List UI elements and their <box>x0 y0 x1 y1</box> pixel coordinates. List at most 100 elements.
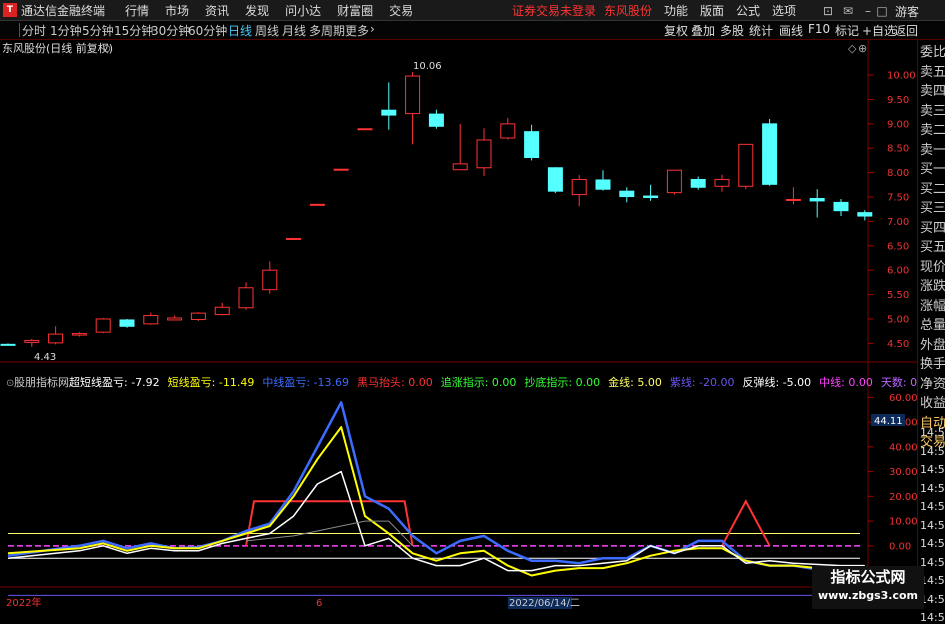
right-panel-item[interactable]: 卖四 <box>920 80 945 99</box>
tool-adjust[interactable]: 复权 <box>664 22 688 39</box>
menu-formula[interactable]: 公式 <box>736 2 760 19</box>
tool-draw[interactable]: 画线 <box>779 22 803 39</box>
menu-ask[interactable]: 问小达 <box>285 2 321 19</box>
period-more[interactable]: 更多 <box>345 22 369 39</box>
right-panel-item[interactable]: 卖一 <box>920 139 945 158</box>
legend-item: 中线盈亏: -13.69 <box>262 375 349 389</box>
price-tick-label: 7.50 <box>887 193 909 204</box>
menu-function[interactable]: 功能 <box>664 2 688 19</box>
menu-news[interactable]: 资讯 <box>205 2 229 19</box>
legend-item: 追涨指示: 0.00 <box>441 375 517 389</box>
period-weekly[interactable]: 周线 <box>255 22 279 39</box>
menu-quotes[interactable]: 行情 <box>125 2 149 19</box>
candle-body <box>690 178 706 188</box>
candle-body <box>309 203 325 206</box>
right-panel-item[interactable]: 委比 <box>920 41 945 60</box>
chevron-down-icon[interactable]: ⊙ <box>102 42 111 55</box>
legend-item: 紫线: -20.00 <box>670 375 735 389</box>
right-panel-item[interactable]: 涨跌 <box>920 275 945 294</box>
indicator-tick-label: 60.00 <box>889 393 917 404</box>
app-logo-icon: T <box>3 3 17 17</box>
period-1min[interactable]: 1分钟 <box>50 22 82 39</box>
candle-body <box>214 306 230 316</box>
candle-body <box>714 178 730 187</box>
lock-icon[interactable]: ⊡ <box>818 0 838 21</box>
axis-label-month: 6 <box>316 598 322 609</box>
price-tick-label: 9.50 <box>887 95 909 106</box>
candle-body <box>476 139 492 169</box>
indicator-name[interactable]: 股朋指标网 <box>14 375 69 389</box>
tool-multi-stock[interactable]: 多股 <box>720 22 744 39</box>
price-tick-label: 6.50 <box>887 241 909 252</box>
chevron-right-icon[interactable]: › <box>370 22 375 36</box>
tool-mark[interactable]: 标记 <box>835 22 859 39</box>
diamond-icon[interactable]: ◇ <box>848 42 857 55</box>
candle-body <box>666 169 682 194</box>
period-5min[interactable]: 5分钟 <box>82 22 114 39</box>
right-time-label: 14:56 <box>920 518 945 532</box>
period-60min[interactable]: 60分钟 <box>188 22 227 39</box>
zoom-in-icon[interactable]: ⊕ <box>858 42 867 55</box>
candle-body <box>48 333 64 344</box>
candle-body <box>405 75 421 115</box>
watermark-url: www.zbgs3.com <box>817 589 919 602</box>
candle-body <box>809 197 825 202</box>
candle-body <box>452 163 468 171</box>
tool-f10[interactable]: F10 <box>808 22 830 36</box>
period-15min[interactable]: 15分钟 <box>114 22 153 39</box>
right-panel-item[interactable]: 卖二 <box>920 119 945 138</box>
candle-body <box>571 178 587 196</box>
menu-trade[interactable]: 交易 <box>389 2 413 19</box>
maximize-icon[interactable]: □ <box>872 0 892 21</box>
mail-icon[interactable]: ✉ <box>838 0 858 21</box>
right-panel-item[interactable]: 现价 <box>920 256 945 275</box>
price-panel-title: 东风股份(日线 前复权) <box>2 41 113 55</box>
right-panel-item[interactable]: 卖三 <box>920 100 945 119</box>
menu-options[interactable]: 选项 <box>772 2 796 19</box>
right-panel-item[interactable]: 买三 <box>920 197 945 216</box>
menu-layout[interactable]: 版面 <box>700 2 724 19</box>
period-30min[interactable]: 30分钟 <box>151 22 190 39</box>
tool-stats[interactable]: 统计 <box>749 22 773 39</box>
period-timeshare[interactable]: 分时 <box>22 22 46 39</box>
period-multi[interactable]: 多周期 <box>309 22 345 39</box>
chart-area[interactable]: 4.50 5.00 5.50 6.00 6.50 7.00 7.50 8.00 8.50 9.00… <box>0 40 917 609</box>
right-time-label: 14:56 <box>920 500 945 513</box>
right-panel-item[interactable]: 换手 <box>920 353 945 372</box>
right-panel-item[interactable]: 涨幅 <box>920 295 945 314</box>
right-panel-item[interactable]: 外盘 <box>920 334 945 353</box>
right-panel-item[interactable]: 总量 <box>920 314 945 333</box>
legend-item: 反弹线: -5.00 <box>743 375 812 389</box>
period-monthly[interactable]: 月线 <box>282 22 306 39</box>
right-panel-item[interactable]: 卖五 <box>920 61 945 80</box>
menu-discover[interactable]: 发现 <box>245 2 269 19</box>
price-tick-label: 9.00 <box>887 119 909 130</box>
candle-body <box>119 319 135 327</box>
login-status[interactable]: 证券交易未登录 <box>512 2 596 19</box>
right-panel-item[interactable]: 收益 <box>920 392 945 411</box>
candle-body <box>95 318 111 333</box>
tool-back[interactable]: 返回 <box>894 22 918 39</box>
price-tick-label: 10.00 <box>887 71 916 82</box>
right-quote-panel: 委比 卖五 卖四 卖三 卖二 卖一 买一 买二 买三 买四 买五 现价 涨跌 涨幅 总量 外盘 换手 净资 收益 自动… <box>917 40 945 624</box>
guest-label[interactable]: 游客 <box>895 3 919 20</box>
candle-body <box>738 143 754 187</box>
right-time-label: 14:56 <box>920 481 945 495</box>
right-panel-item[interactable]: 买一 <box>920 158 945 177</box>
cursor-date: 2022/06/14/二 <box>509 598 580 609</box>
tool-add-favorite[interactable]: +自选 <box>862 22 896 39</box>
candle-body <box>143 315 159 325</box>
legend-item: 超短线盈亏: -7.92 <box>69 375 160 389</box>
candle-body <box>24 339 40 343</box>
price-tick-label: 8.00 <box>887 168 909 179</box>
menu-wealth[interactable]: 财富圈 <box>337 2 373 19</box>
right-panel-item[interactable]: 买四 <box>920 217 945 236</box>
tool-overlay[interactable]: 叠加 <box>691 22 715 39</box>
menu-market[interactable]: 市场 <box>165 2 189 19</box>
period-daily[interactable]: 日线 <box>228 22 252 39</box>
right-panel-item[interactable]: 买二 <box>920 178 945 197</box>
right-panel-item[interactable]: 净资 <box>920 373 945 392</box>
legend-item: 黑马抬头: 0.00 <box>357 375 433 389</box>
right-panel-item[interactable]: 买五 <box>920 236 945 255</box>
stock-name: 东风股份 <box>604 4 653 18</box>
